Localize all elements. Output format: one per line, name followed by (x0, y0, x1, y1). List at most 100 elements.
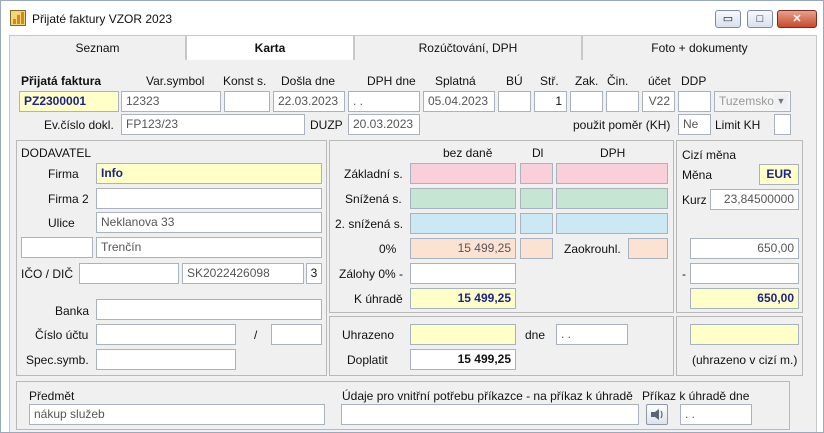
pomer-label: použit poměr (KH) (573, 118, 671, 132)
tab-bar: Seznam Karta Rozúčtování, DPH Foto + dok… (9, 35, 817, 62)
cislo-uctu-field[interactable] (96, 324, 236, 345)
firma2-field[interactable] (96, 188, 322, 209)
snizena-dph-field[interactable] (556, 188, 668, 209)
window: Přijaté faktury VZOR 2023 ▭ □ ✕ Seznam K… (0, 0, 824, 433)
tab-karta[interactable]: Karta (186, 35, 354, 62)
doplatit-field[interactable]: 15 499,25 (410, 349, 516, 370)
varsymbol-field[interactable]: 12323 (121, 91, 221, 112)
snizena2-dl-field[interactable] (520, 213, 553, 234)
varsymbol-label: Var.symbol (146, 74, 205, 88)
zakazka-field[interactable] (570, 91, 603, 112)
psc-field[interactable] (21, 237, 93, 258)
predmet-label: Předmět (29, 389, 75, 403)
uhrazeno-label: Uhrazeno (342, 328, 395, 342)
maximize-button[interactable]: □ (747, 10, 773, 28)
snizena-sazba-label: Snížená s. (345, 192, 402, 206)
duzp-date-field[interactable]: 20.03.2023 (348, 114, 420, 135)
konst-field[interactable] (224, 91, 270, 112)
firma-label: Firma (48, 167, 79, 181)
uhrazeno-dne-label: dne (525, 328, 546, 342)
col-dl-header: Dl (532, 146, 544, 160)
uhrazeno-field[interactable] (410, 324, 516, 345)
spec-symbol-field[interactable] (96, 349, 236, 370)
chevron-down-icon: ▼ (774, 94, 788, 109)
ddp-label: DDP (681, 74, 707, 88)
dosla-date-field[interactable]: 22.03.2023 (273, 91, 345, 112)
uhrazeno-dne-field[interactable]: . . (556, 324, 628, 345)
firma-field[interactable]: Info (96, 163, 322, 184)
zalohy-field[interactable] (410, 263, 516, 284)
ucet-field[interactable]: V22 (642, 91, 675, 112)
snizena2-bezdane-field[interactable] (410, 213, 516, 234)
dodavatel-title: DODAVATEL (21, 146, 92, 160)
dphdne-label: DPH dne (367, 74, 416, 88)
mena-nula-field[interactable]: 650,00 (690, 238, 799, 259)
pomer-field[interactable]: Ne (678, 114, 711, 135)
udaje-field[interactable] (341, 404, 639, 425)
nula-bezdane-field[interactable]: 15 499,25 (410, 238, 516, 259)
title-bar: Přijaté faktury VZOR 2023 ▭ □ ✕ (1, 1, 823, 33)
nula-sazba-label: 0% (379, 242, 397, 256)
close-button[interactable]: ✕ (777, 10, 817, 28)
zaokrouhleni-field[interactable] (628, 238, 668, 259)
dic-field[interactable]: SK2022426098 (182, 263, 304, 284)
ucet-label: účet (648, 74, 671, 88)
limit-kh-label: Limit KH (715, 118, 761, 132)
cinnost-field[interactable] (606, 91, 639, 112)
k-uhrade-field[interactable]: 15 499,25 (410, 288, 516, 309)
doplatit-label: Doplatit (347, 353, 388, 367)
ico-field[interactable] (79, 263, 179, 284)
zak-label: Zak. (575, 74, 599, 88)
speaker-button[interactable] (646, 404, 668, 425)
tab-foto-dokumenty[interactable]: Foto + dokumenty (582, 35, 817, 61)
limit-kh-field[interactable] (774, 114, 791, 135)
zaokrouhleni-label: Zaokrouhl. (564, 242, 621, 256)
bu-label: BÚ (506, 74, 523, 88)
ddp-field[interactable] (678, 91, 711, 112)
evcislo-label: Ev.číslo dokl. (44, 118, 114, 132)
banka-field[interactable] (96, 299, 322, 320)
snizena2-sazba-label: 2. snížená s. (335, 217, 404, 231)
zakladni-sazba-label: Základní s. (344, 167, 403, 181)
mesto-field[interactable]: Trenčín (96, 237, 322, 258)
minimize-button[interactable]: ▭ (715, 10, 741, 28)
zakladni-bezdane-field[interactable] (410, 163, 516, 184)
prikaz-date-field[interactable]: . . (680, 404, 752, 425)
ulice-field[interactable]: Neklanova 33 (96, 212, 322, 233)
snizena2-dph-field[interactable] (556, 213, 668, 234)
predmet-field[interactable]: nákup služeb (29, 404, 325, 425)
dph-date-field[interactable]: . . (348, 91, 420, 112)
stredisko-field[interactable]: 1 (534, 91, 567, 112)
firma2-label: Firma 2 (48, 192, 89, 206)
tab-rozuctovani[interactable]: Rozúčtování, DPH (354, 35, 582, 61)
nula-dl-field[interactable] (520, 238, 553, 259)
splatna-label: Splatná (435, 74, 476, 88)
window-title: Přijaté faktury VZOR 2023 (32, 12, 173, 26)
kurz-field[interactable]: 23,84500000 (710, 189, 799, 210)
mena-zalohy-field[interactable] (690, 263, 799, 284)
splatna-date-field[interactable]: 05.04.2023 (423, 91, 495, 112)
evcislo-field[interactable]: FP123/23 (121, 114, 305, 135)
cizi-mena-title: Cizí měna (682, 148, 737, 162)
mena-uhrazeno-field[interactable] (690, 324, 799, 345)
k-uhrade-label: K úhradě (354, 292, 403, 306)
dic-suffix-field[interactable]: 3 (306, 263, 322, 284)
snizena-bezdane-field[interactable] (410, 188, 516, 209)
spec-symbol-label: Spec.symb. (26, 353, 89, 367)
snizena-dl-field[interactable] (520, 188, 553, 209)
zakladni-dl-field[interactable] (520, 163, 553, 184)
mena-field[interactable]: EUR (759, 164, 799, 185)
ddp-select-value: Tuzemsko (719, 94, 774, 108)
zalohy-label: Zálohy 0% - (339, 267, 404, 281)
bu-field[interactable] (498, 91, 531, 112)
prikaz-label: Příkaz k úhradě dne (642, 389, 750, 403)
ddp-select[interactable]: Tuzemsko ▼ (714, 91, 791, 112)
zakladni-dph-field[interactable] (556, 163, 668, 184)
str-label: Stř. (540, 74, 559, 88)
mena-minus-label: - (682, 267, 686, 281)
col-dph-header: DPH (600, 146, 626, 160)
kod-banky-field[interactable] (271, 324, 322, 345)
tab-seznam[interactable]: Seznam (9, 35, 186, 61)
mena-k-uhrade-field[interactable]: 650,00 (690, 288, 799, 309)
faktura-number-field[interactable]: PZ2300001 (19, 91, 119, 112)
